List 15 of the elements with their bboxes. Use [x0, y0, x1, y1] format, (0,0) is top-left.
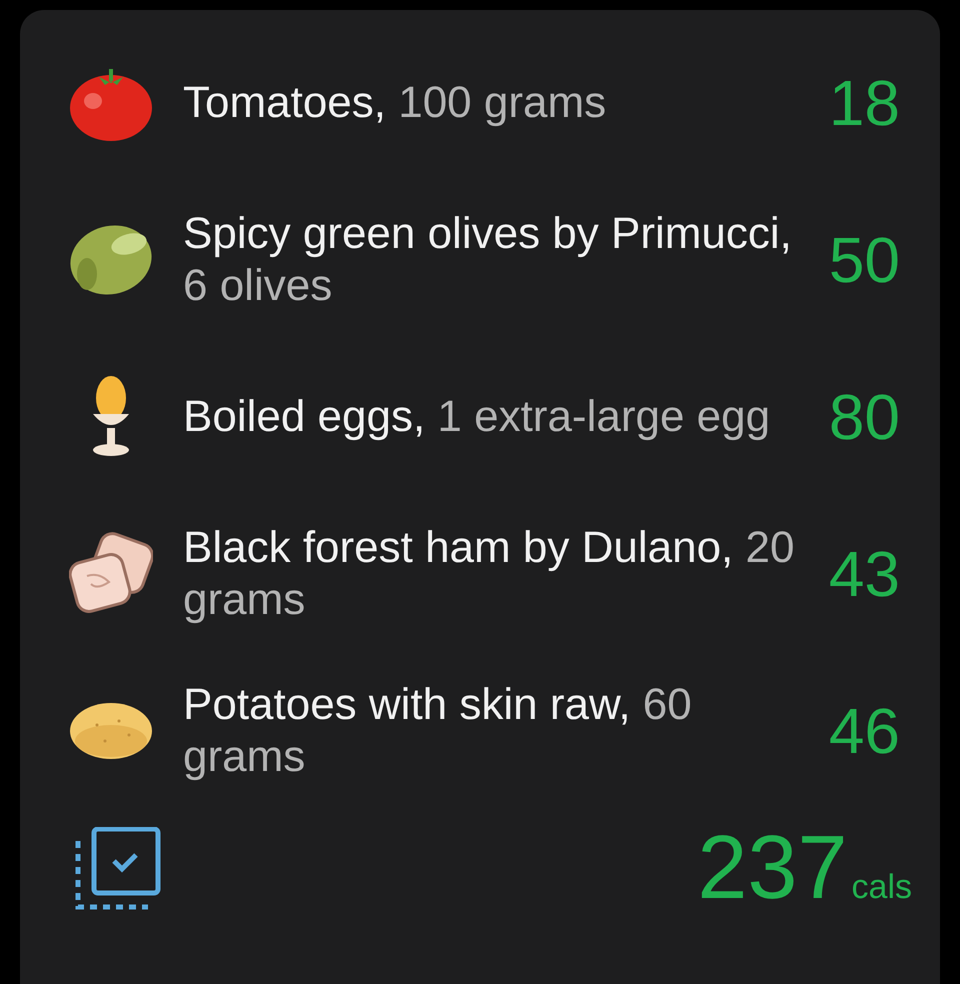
ham-slices-icon	[69, 532, 153, 616]
food-entry: Black forest ham by Dulano, 20 grams	[183, 522, 796, 626]
food-entry: Spicy green olives by Primucci, 6 olives	[183, 208, 793, 312]
calorie-unit: cals	[852, 868, 912, 907]
calorie-count: 43	[828, 536, 900, 610]
food-entry: Boiled eggs, 1 extra-large egg	[183, 390, 772, 442]
total-calories: 237	[697, 817, 848, 920]
food-entry: Tomatoes, 100 grams	[183, 76, 608, 128]
calorie-count: 18	[828, 66, 900, 140]
calorie-count: 46	[828, 694, 900, 768]
calorie-count: 50	[828, 222, 900, 296]
select-all-icon[interactable]	[74, 826, 162, 910]
food-entry: Potatoes with skin raw, 60 grams	[183, 678, 693, 782]
calorie-count: 80	[828, 380, 900, 454]
potato-icon	[69, 700, 153, 760]
